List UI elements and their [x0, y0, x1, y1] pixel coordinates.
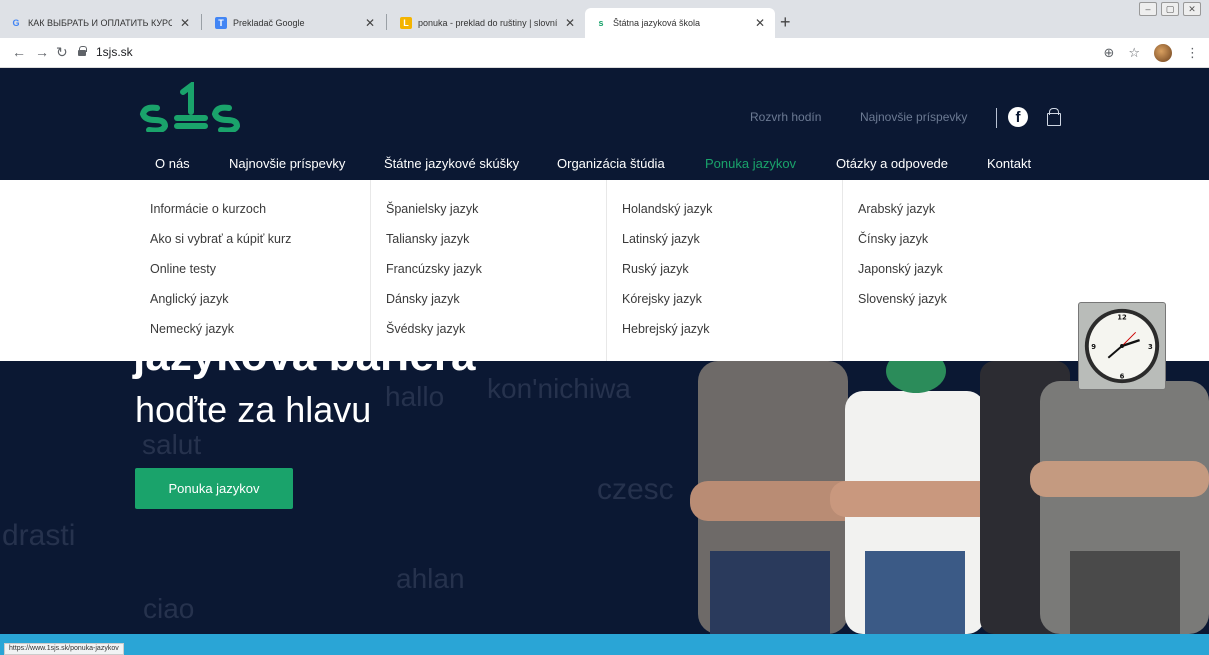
lock-icon[interactable]	[78, 46, 87, 56]
hero-banner: hallo kon'nichiwa salut czesc drasti ahl…	[0, 361, 1209, 634]
menu-item-arabic[interactable]: Arabský jazyk	[858, 201, 1079, 231]
minimize-icon[interactable]: –	[1139, 2, 1157, 16]
tab-title: Štátna jazyková škola	[613, 18, 701, 28]
students-photo	[690, 361, 1209, 634]
greeting-word: czesc	[597, 473, 674, 506]
shopping-bag-icon[interactable]	[1047, 108, 1061, 126]
svg-text:9: 9	[1091, 343, 1096, 351]
nav-item-latest-posts[interactable]: Najnovšie príspevky	[229, 156, 345, 171]
status-bar-link: https://www.1sjs.sk/ponuka-jazykov	[4, 643, 124, 655]
browser-tab[interactable]: L ponuka - preklad do ruštiny | slovník …	[390, 8, 585, 38]
install-icon[interactable]: ⊕	[1103, 45, 1114, 61]
close-tab-icon[interactable]: ✕	[365, 16, 375, 30]
menu-item-slovak[interactable]: Slovenský jazyk	[858, 291, 1079, 321]
divider	[996, 108, 997, 128]
nav-item-language-offer[interactable]: Ponuka jazykov	[705, 156, 796, 171]
new-tab-button[interactable]: +	[780, 12, 791, 33]
svg-text:6: 6	[1120, 372, 1125, 380]
nav-item-contact[interactable]: Kontakt	[987, 156, 1031, 171]
url-field[interactable]: 1sjs.sk	[96, 45, 133, 59]
menu-item-hebrew[interactable]: Hebrejský jazyk	[622, 321, 842, 351]
mega-menu-backdrop	[0, 180, 135, 361]
hero-title: hoďte za hlavu	[135, 389, 372, 430]
profile-avatar[interactable]	[1154, 44, 1172, 62]
menu-item-chinese[interactable]: Čínsky jazyk	[858, 231, 1079, 261]
menu-item-online-tests[interactable]: Online testy	[150, 261, 370, 291]
translate-favicon-icon: T	[215, 17, 227, 29]
tab-title: ponuka - preklad do ruštiny | slovník	[418, 18, 557, 28]
browser-tab-strip: G КАК ВЫБРАТЬ И ОПЛАТИТЬ КУРС ✕ T Prekla…	[0, 0, 1209, 38]
tab-separator	[201, 14, 202, 30]
menu-kebab-icon[interactable]: ⋮	[1186, 45, 1199, 61]
window-controls: – ▢ ✕	[1139, 2, 1201, 16]
menu-item-swedish[interactable]: Švédsky jazyk	[386, 321, 606, 351]
menu-item-course-info[interactable]: Informácie o kurzoch	[150, 201, 370, 231]
maximize-icon[interactable]: ▢	[1161, 2, 1179, 16]
nav-item-about[interactable]: O nás	[155, 156, 190, 171]
svg-text:3: 3	[1148, 343, 1153, 351]
menu-item-english[interactable]: Anglický jazyk	[150, 291, 370, 321]
nav-item-faq[interactable]: Otázky a odpovede	[836, 156, 948, 171]
reload-icon[interactable]: ↻	[56, 44, 68, 61]
sjs-logo[interactable]	[135, 82, 245, 132]
menu-item-how-to-buy[interactable]: Ako si vybrať a kúpiť kurz	[150, 231, 370, 261]
forward-arrow-icon[interactable]: →	[35, 44, 49, 60]
browser-tab[interactable]: G КАК ВЫБРАТЬ И ОПЛАТИТЬ КУРС ✕	[0, 8, 200, 38]
greeting-word: hallo	[385, 381, 445, 412]
menu-item-italian[interactable]: Taliansky jazyk	[386, 231, 606, 261]
latest-posts-top-link[interactable]: Najnovšie príspevky	[860, 110, 967, 124]
dictionary-favicon-icon: L	[400, 17, 412, 29]
browser-tab[interactable]: T Prekladač Google ✕	[205, 8, 385, 38]
greeting-word: salut	[142, 429, 202, 460]
address-bar-row: ← → ↻ 1sjs.sk ⊕ ☆ ⋮	[0, 38, 1209, 68]
close-tab-icon[interactable]: ✕	[180, 16, 190, 30]
tab-separator	[386, 14, 387, 30]
nav-item-study-organization[interactable]: Organizácia štúdia	[557, 156, 665, 171]
menu-item-french[interactable]: Francúzsky jazyk	[386, 261, 606, 291]
hero-title-bold: jazyková bariéra	[133, 361, 475, 381]
greeting-word: kon'nichiwa	[487, 373, 631, 404]
greeting-word: drasti	[2, 519, 76, 552]
menu-item-german[interactable]: Nemecký jazyk	[150, 321, 370, 351]
toolbar-icons: ⊕ ☆ ⋮	[1103, 44, 1199, 62]
mega-menu-column: Informácie o kurzoch Ako si vybrať a kúp…	[135, 180, 371, 361]
clock-widget[interactable]: 12 3 6 9	[1078, 302, 1166, 390]
menu-item-korean[interactable]: Kórejsky jazyk	[622, 291, 842, 321]
greeting-word: ahlan	[396, 563, 465, 594]
back-arrow-icon[interactable]: ←	[12, 44, 26, 60]
mega-menu-column: Holandský jazyk Latinský jazyk Ruský jaz…	[607, 180, 843, 361]
mega-menu-column: Arabský jazyk Čínsky jazyk Japonský jazy…	[843, 180, 1079, 361]
close-tab-icon[interactable]: ✕	[755, 16, 765, 30]
tab-title: Prekladač Google	[233, 18, 305, 28]
mega-menu-column: Španielsky jazyk Taliansky jazyk Francúz…	[371, 180, 607, 361]
tab-title: КАК ВЫБРАТЬ И ОПЛАТИТЬ КУРС	[28, 18, 172, 28]
site-favicon-icon: s	[598, 18, 604, 28]
browser-tab-active[interactable]: s Štátna jazyková škola ✕	[585, 8, 775, 38]
svg-text:12: 12	[1117, 314, 1127, 322]
mega-menu: Informácie o kurzoch Ako si vybrať a kúp…	[135, 180, 1081, 361]
nav-item-state-exams[interactable]: Štátne jazykové skúšky	[384, 156, 519, 171]
menu-item-spanish[interactable]: Španielsky jazyk	[386, 201, 606, 231]
language-offer-button[interactable]: Ponuka jazykov	[135, 468, 293, 509]
greeting-word: ciao	[143, 593, 195, 624]
menu-item-latin[interactable]: Latinský jazyk	[622, 231, 842, 261]
schedule-link[interactable]: Rozvrh hodín	[750, 110, 821, 124]
close-tab-icon[interactable]: ✕	[565, 16, 575, 30]
bottom-section	[0, 634, 1209, 655]
google-favicon-icon: G	[12, 18, 20, 28]
site-header: Rozvrh hodín Najnovšie príspevky f O nás…	[0, 68, 1209, 180]
close-window-icon[interactable]: ✕	[1183, 2, 1201, 16]
menu-item-dutch[interactable]: Holandský jazyk	[622, 201, 842, 231]
menu-item-japanese[interactable]: Japonský jazyk	[858, 261, 1079, 291]
facebook-icon[interactable]: f	[1008, 107, 1028, 127]
bookmark-star-icon[interactable]: ☆	[1128, 45, 1140, 61]
menu-item-russian[interactable]: Ruský jazyk	[622, 261, 842, 291]
menu-item-danish[interactable]: Dánsky jazyk	[386, 291, 606, 321]
